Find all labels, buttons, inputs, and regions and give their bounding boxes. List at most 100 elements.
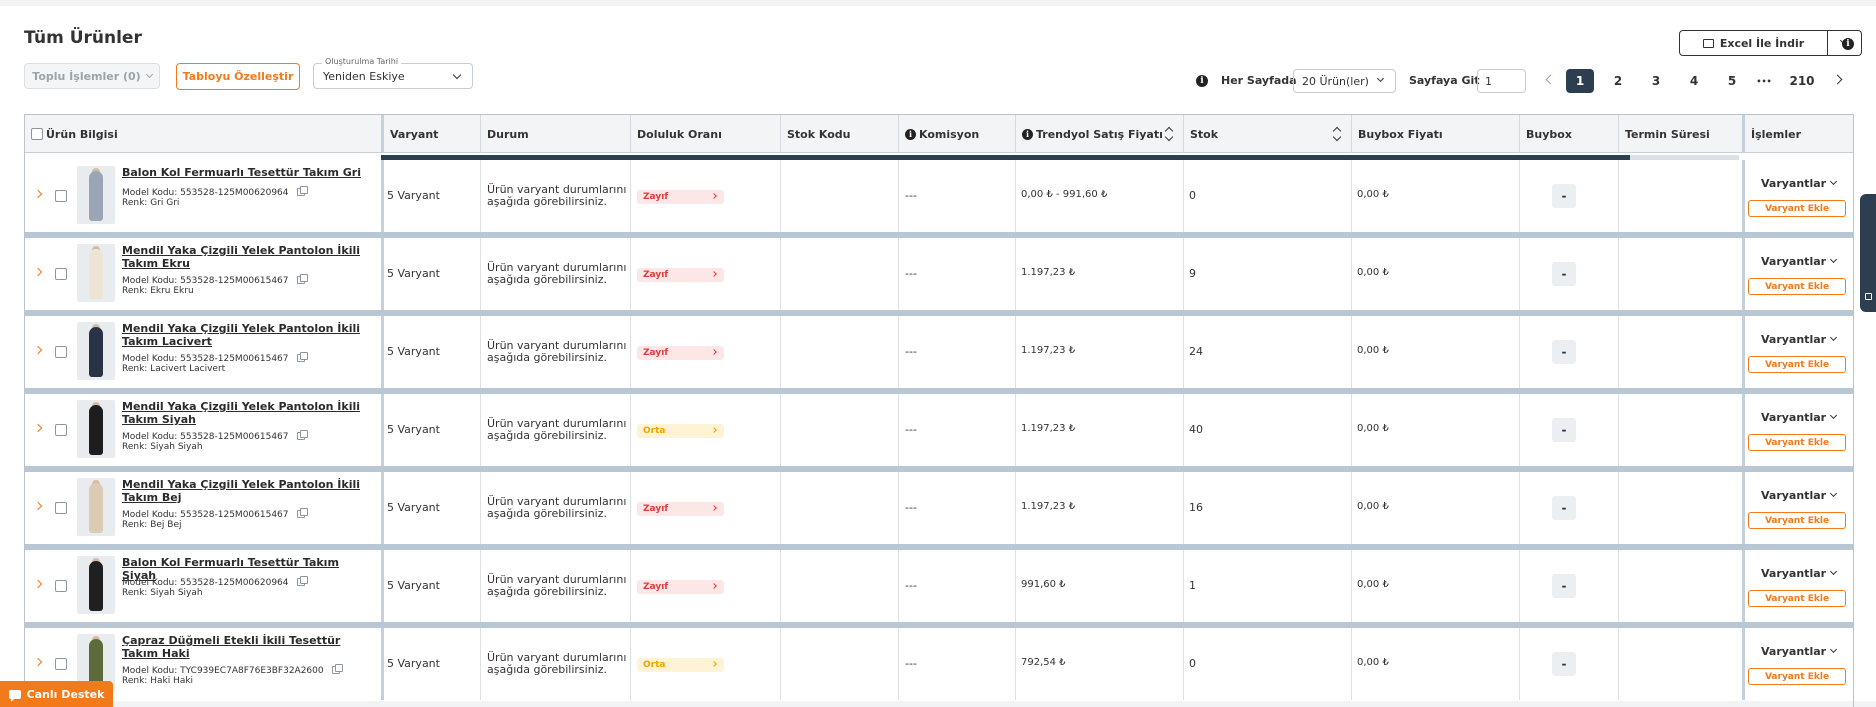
excel-label: Excel İle İndir <box>1719 36 1805 50</box>
row-checkbox[interactable] <box>55 502 67 514</box>
col-stok[interactable]: Stok <box>1183 115 1351 153</box>
expand-row-icon[interactable] <box>33 423 43 433</box>
info-icon[interactable]: i <box>1022 128 1033 140</box>
status-text: Ürün varyant durumlarını aşağıda görebil… <box>487 261 627 286</box>
col-durum: Durum <box>480 115 630 153</box>
col-buybox: Buybox <box>1519 115 1618 153</box>
fill-rate-badge[interactable]: Orta <box>637 424 724 438</box>
add-variant-button[interactable]: Varyant Ekle <box>1748 512 1846 529</box>
variants-dropdown[interactable]: Varyantlar <box>1761 489 1838 502</box>
row-checkbox[interactable] <box>55 346 67 358</box>
add-variant-button[interactable]: Varyant Ekle <box>1748 200 1846 217</box>
fill-rate-badge[interactable]: Zayıf <box>637 502 724 516</box>
info-icon[interactable]: i <box>1196 75 1208 87</box>
copy-icon[interactable] <box>296 576 308 586</box>
chevron-down-icon <box>1830 177 1838 186</box>
page-button-1[interactable]: 1 <box>1566 69 1594 93</box>
bulk-actions-button[interactable]: Toplu İşlemler (0) <box>24 63 160 89</box>
product-name-link[interactable]: Mendil Yaka Çizgili Yelek Pantolon İkili… <box>122 244 362 270</box>
row-checkbox[interactable] <box>55 190 67 202</box>
page-button-5[interactable]: 5 <box>1718 69 1746 93</box>
side-feedback-tab[interactable] <box>1860 194 1876 312</box>
row-checkbox[interactable] <box>55 580 67 592</box>
variants-label: Varyantlar <box>1761 411 1827 424</box>
chevron-right-icon <box>711 427 717 433</box>
product-name-link[interactable]: Mendil Yaka Çizgili Yelek Pantolon İkili… <box>122 400 362 426</box>
per-page-select[interactable]: 20 Ürün(ler) <box>1293 69 1396 93</box>
variants-dropdown[interactable]: Varyantlar <box>1761 255 1838 268</box>
add-variant-button[interactable]: Varyant Ekle <box>1748 278 1846 295</box>
fill-rate-badge[interactable]: Zayıf <box>637 346 724 360</box>
add-variant-button[interactable]: Varyant Ekle <box>1748 356 1846 373</box>
variants-dropdown[interactable]: Varyantlar <box>1761 567 1838 580</box>
variants-dropdown[interactable]: Varyantlar <box>1761 645 1838 658</box>
select-all-checkbox[interactable] <box>31 128 43 140</box>
goto-page-input[interactable]: 1 <box>1477 69 1526 93</box>
sale-price: 792,54 ₺ <box>1021 657 1066 668</box>
next-page-icon[interactable] <box>1832 74 1843 85</box>
fill-rate-label: Zayıf <box>643 504 669 514</box>
expand-row-icon[interactable] <box>33 501 43 511</box>
sale-price: 1.197,23 ₺ <box>1021 267 1076 278</box>
expand-row-icon[interactable] <box>33 267 43 277</box>
customize-table-button[interactable]: Tabloyu Özelleştir <box>176 63 300 90</box>
page-button-last[interactable]: 210 <box>1785 69 1819 93</box>
variants-label: Varyantlar <box>1761 567 1827 580</box>
product-name-link[interactable]: Mendil Yaka Çizgili Yelek Pantolon İkili… <box>122 478 362 504</box>
info-icon[interactable]: i <box>905 128 916 140</box>
column-divider <box>1519 628 1520 700</box>
product-name-link[interactable]: Mendil Yaka Çizgili Yelek Pantolon İkili… <box>122 322 362 348</box>
image-outfit <box>89 405 103 455</box>
info-icon[interactable]: i <box>1842 38 1854 50</box>
copy-icon[interactable] <box>296 508 308 518</box>
chevron-right-icon <box>711 271 717 277</box>
sort-icon[interactable] <box>1333 126 1341 142</box>
product-image <box>77 166 115 224</box>
add-variant-button[interactable]: Varyant Ekle <box>1748 434 1846 451</box>
page-button-2[interactable]: 2 <box>1604 69 1632 93</box>
product-name-link[interactable]: Balon Kol Fermuarlı Tesettür Takım Gri <box>122 166 362 179</box>
expand-row-icon[interactable] <box>33 657 43 667</box>
stock-value: 1 <box>1189 579 1196 592</box>
live-support-button[interactable]: Canlı Destek <box>0 681 113 707</box>
variants-dropdown[interactable]: Varyantlar <box>1761 177 1838 190</box>
row-checkbox[interactable] <box>55 268 67 280</box>
column-divider <box>780 550 781 622</box>
expand-row-icon[interactable] <box>33 579 43 589</box>
copy-icon[interactable] <box>296 274 308 284</box>
fill-rate-badge[interactable]: Zayıf <box>637 268 724 282</box>
col-satis-fiyati[interactable]: i Trendyol Satış Fiyatı <box>1015 115 1183 153</box>
image-outfit <box>89 171 103 221</box>
row-checkbox[interactable] <box>55 424 67 436</box>
expand-row-icon[interactable] <box>33 345 43 355</box>
column-divider <box>480 394 481 466</box>
commission: --- <box>905 267 917 280</box>
fill-rate-badge[interactable]: Zayıf <box>637 190 724 204</box>
buybox-status: - <box>1552 574 1576 598</box>
page-button-4[interactable]: 4 <box>1680 69 1708 93</box>
fill-rate-badge[interactable]: Orta <box>637 658 724 672</box>
fill-rate-badge[interactable]: Zayıf <box>637 580 724 594</box>
variants-dropdown[interactable]: Varyantlar <box>1761 411 1838 424</box>
copy-icon[interactable] <box>296 352 308 362</box>
product-name-link[interactable]: Çapraz Düğmeli Etekli İkili Tesettür Tak… <box>122 634 362 660</box>
column-divider <box>480 628 481 700</box>
buybox-status: - <box>1552 652 1576 676</box>
column-divider <box>1742 628 1745 700</box>
copy-icon[interactable] <box>296 186 308 196</box>
column-divider <box>1742 394 1745 466</box>
expand-row-icon[interactable] <box>33 189 43 199</box>
row-checkbox[interactable] <box>55 658 67 670</box>
add-variant-button[interactable]: Varyant Ekle <box>1748 590 1846 607</box>
sort-icon[interactable] <box>1165 126 1173 142</box>
model-code-text: Model Kodu: 553528-125M00620964 <box>122 578 289 588</box>
copy-icon[interactable] <box>296 430 308 440</box>
page-button-3[interactable]: 3 <box>1642 69 1670 93</box>
prev-page-icon[interactable] <box>1545 74 1556 85</box>
variants-dropdown[interactable]: Varyantlar <box>1761 333 1838 346</box>
excel-download-button[interactable]: Excel İle İndir <box>1679 30 1828 56</box>
sort-select[interactable]: Oluşturulma Tarihi Yeniden Eskiye <box>313 57 473 89</box>
add-variant-button[interactable]: Varyant Ekle <box>1748 668 1846 685</box>
copy-icon[interactable] <box>331 664 343 674</box>
column-divider <box>1183 394 1184 466</box>
